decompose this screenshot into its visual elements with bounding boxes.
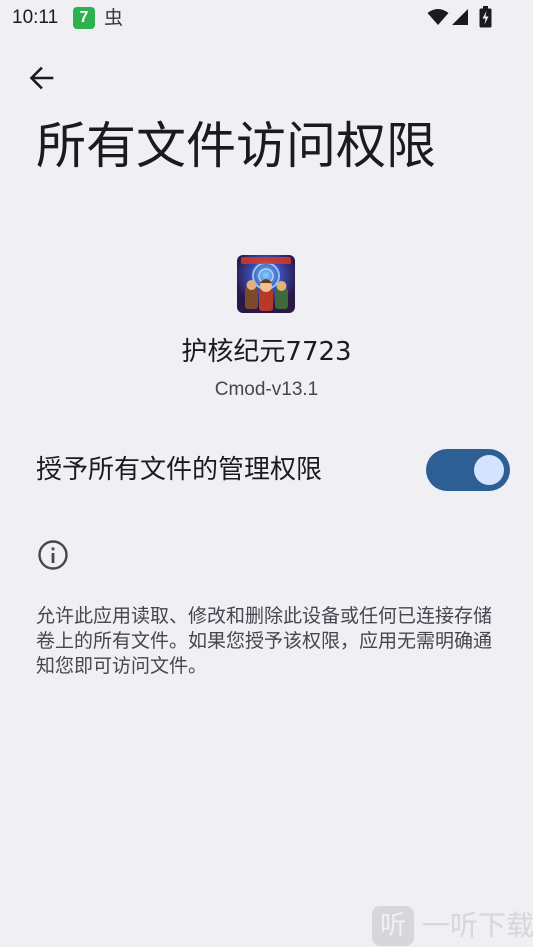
bug-notification-icon: 虫	[104, 7, 124, 29]
info-icon	[38, 540, 68, 570]
status-bar: 10:11 7 虫	[0, 0, 533, 36]
permission-description: 允许此应用读取、修改和删除此设备或任何已连接存储卷上的所有文件。如果您授予该权限…	[36, 605, 493, 677]
app-notification-badge: 7	[73, 7, 95, 29]
watermark-text: 一听下载	[422, 909, 533, 942]
watermark-logo: 听	[372, 906, 414, 946]
signal-icon	[452, 9, 468, 25]
manage-all-files-toggle-row[interactable]: 授予所有文件的管理权限	[0, 440, 533, 502]
battery-charging-icon	[479, 6, 492, 28]
back-button[interactable]	[18, 55, 64, 101]
permission-label: 授予所有文件的管理权限	[36, 455, 323, 485]
toggle-thumb	[474, 455, 504, 485]
app-name: 护核纪元7723	[181, 337, 352, 367]
app-icon	[237, 255, 295, 313]
app-version: Cmod-v13.1	[214, 379, 319, 400]
watermark: 听 一听下载	[372, 904, 533, 947]
status-time: 10:11	[12, 7, 59, 28]
arrow-left-icon	[29, 66, 54, 90]
manage-all-files-toggle[interactable]	[426, 449, 510, 491]
wifi-icon	[427, 9, 449, 25]
page-title: 所有文件访问权限	[36, 117, 436, 175]
watermark-logo-glyph: 听	[379, 911, 406, 941]
